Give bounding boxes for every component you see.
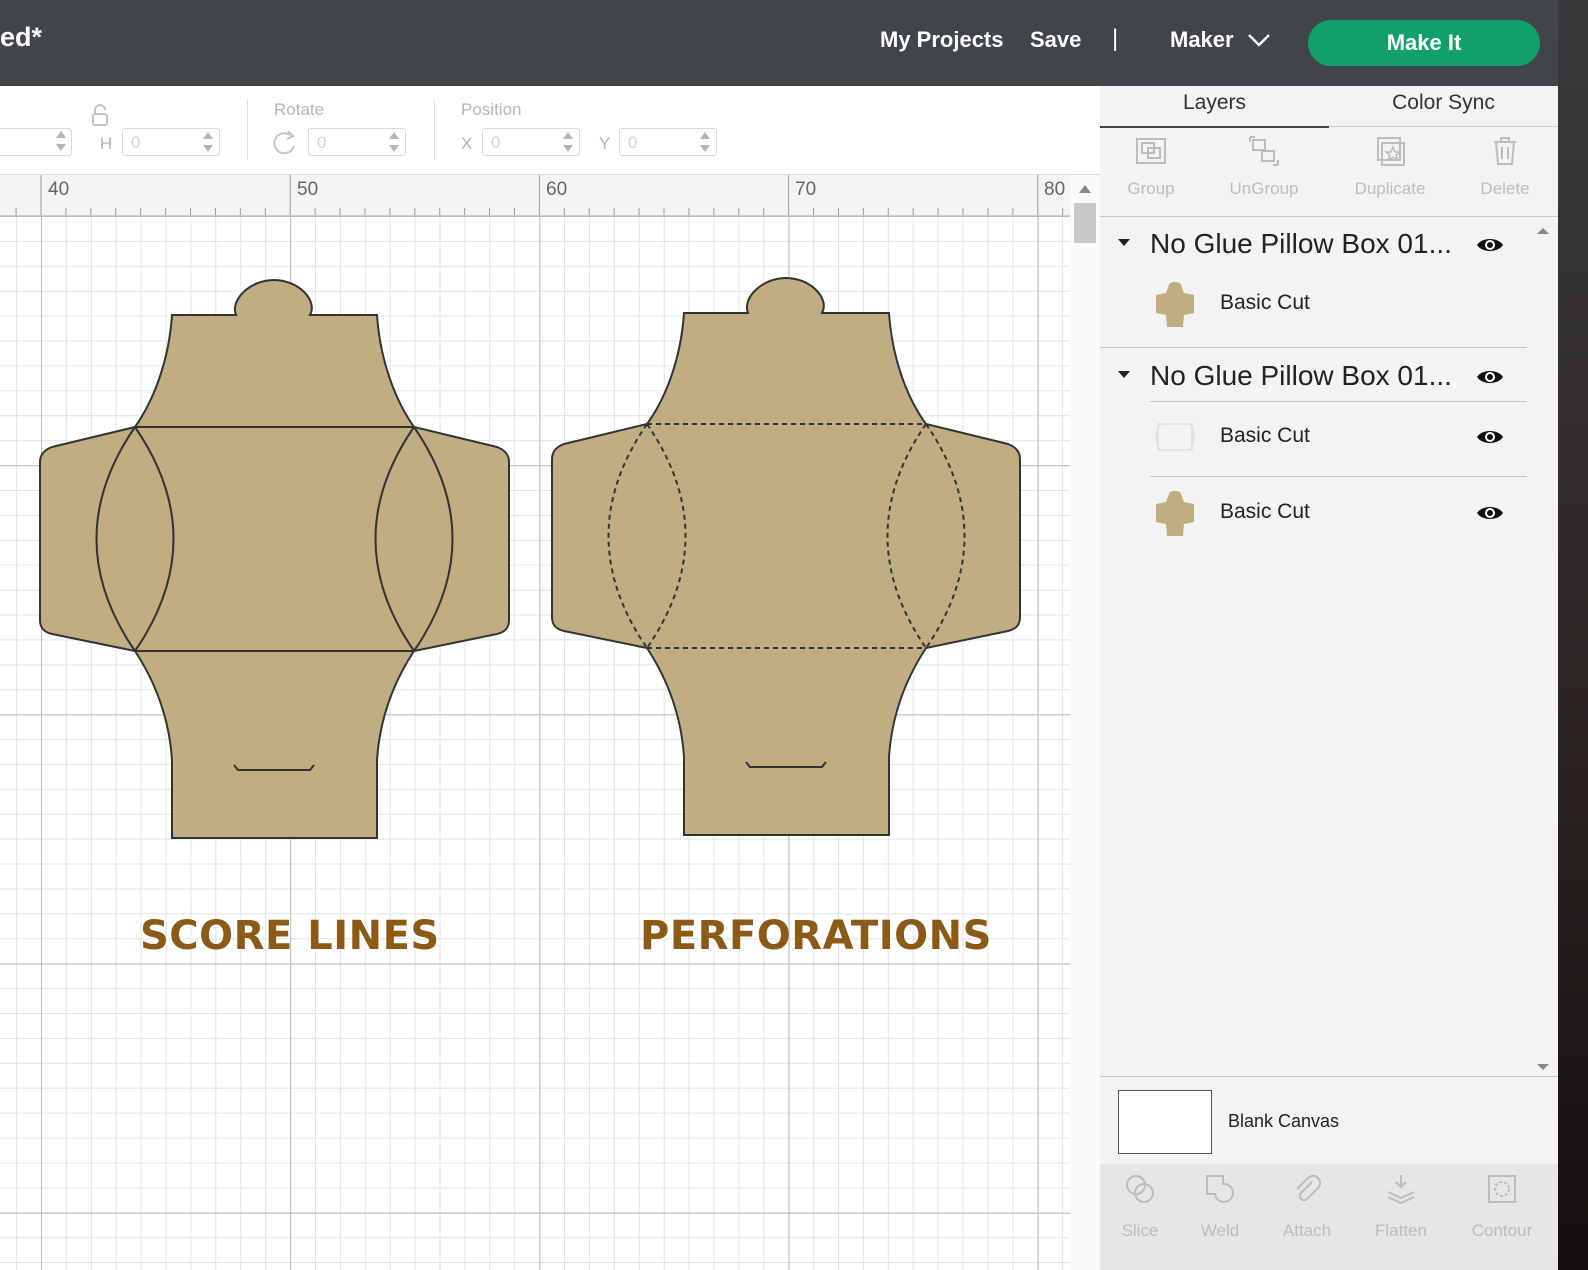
rotate-field[interactable]: 0 (308, 128, 406, 156)
my-projects-link[interactable]: My Projects (880, 27, 1004, 53)
chevron-down-icon[interactable] (1247, 32, 1271, 48)
flatten-label: Flatten (1375, 1221, 1427, 1240)
width-stepper[interactable] (0, 128, 72, 156)
edit-toolbar: H 0 Rotate 0 Position X 0 Y 0 (0, 86, 1100, 175)
attach-label: Attach (1282, 1221, 1332, 1240)
weld-label: Weld (1200, 1221, 1240, 1240)
scroll-thumb[interactable] (1074, 203, 1096, 243)
toolbar-divider (247, 100, 248, 160)
weld-icon (1206, 1175, 1234, 1203)
lock-icon[interactable] (90, 104, 110, 128)
slice-button[interactable]: Slice (1100, 1172, 1180, 1241)
y-value: 0 (628, 133, 638, 152)
duplicate-icon (1377, 137, 1405, 166)
paperclip-icon (1296, 1174, 1322, 1202)
weld-button[interactable]: Weld (1180, 1172, 1260, 1241)
height-value: 0 (131, 133, 141, 152)
delete-button[interactable]: Delete (1460, 134, 1550, 199)
trash-icon (1494, 137, 1516, 165)
panel-scrollbar[interactable] (1536, 226, 1550, 1076)
panel-divider (1100, 216, 1558, 217)
toolbar-divider (434, 100, 435, 160)
ungroup-label: UnGroup (1229, 179, 1299, 198)
group-icon (1136, 138, 1166, 164)
design-canvas[interactable]: 40 50 60 70 80 SCORE LINES PERFORATIONS (0, 175, 1070, 1270)
layer-group-1[interactable]: No Glue Pillow Box 01... (1100, 219, 1530, 269)
scroll-down-icon (1537, 1064, 1549, 1070)
layer-thumbnail-icon (1156, 282, 1194, 327)
layer-item[interactable]: Basic Cut (1150, 273, 1530, 333)
duplicate-button[interactable]: Duplicate (1345, 134, 1435, 199)
make-it-button[interactable]: Make It (1308, 20, 1540, 66)
rotate-value: 0 (317, 133, 327, 152)
eye-icon[interactable] (1476, 504, 1504, 522)
score-lines-caption: SCORE LINES (140, 913, 440, 959)
layer-divider (1100, 347, 1527, 348)
contour-button[interactable]: Contour (1462, 1172, 1542, 1241)
layer-item[interactable]: Basic Cut (1150, 406, 1530, 466)
group-name: No Glue Pillow Box 01... (1150, 360, 1452, 391)
perforations-caption: PERFORATIONS (640, 913, 992, 959)
y-position-field[interactable]: 0 (619, 128, 717, 156)
window-edge-background (1558, 0, 1588, 1270)
blank-canvas-label: Blank Canvas (1228, 1111, 1340, 1131)
eye-icon[interactable] (1476, 428, 1504, 446)
slice-label: Slice (1121, 1221, 1159, 1240)
layer-divider (1150, 401, 1527, 402)
x-value: 0 (491, 133, 501, 152)
scroll-up-icon (1537, 228, 1549, 234)
group-label: Group (1127, 179, 1175, 198)
group-name: No Glue Pillow Box 01... (1150, 228, 1452, 259)
collapse-caret-icon[interactable] (1118, 239, 1130, 246)
top-bar: ed* My Projects Save | Maker Make It (0, 0, 1558, 86)
flatten-icon (1387, 1175, 1415, 1205)
pillow-box-perforation-shape[interactable] (0, 175, 1070, 875)
blank-canvas-swatch[interactable] (1118, 1090, 1212, 1154)
collapse-caret-icon[interactable] (1118, 371, 1130, 378)
layer-group-2[interactable]: No Glue Pillow Box 01... (1100, 351, 1530, 401)
panel-divider (1100, 1076, 1558, 1077)
delete-label: Delete (1480, 179, 1530, 198)
flatten-button[interactable]: Flatten (1361, 1172, 1441, 1241)
machine-selector[interactable]: Maker (1170, 27, 1234, 53)
project-title: ed* (0, 22, 43, 52)
layers-panel: Layers Color Sync Group UnGroup Duplicat… (1100, 86, 1558, 1270)
score-lines-thumbnail-icon (1155, 423, 1195, 451)
layer-thumbnail-icon (1156, 491, 1194, 536)
header-separator: | (1112, 25, 1119, 52)
layer-item[interactable]: Basic Cut (1150, 482, 1530, 542)
tab-layers[interactable]: Layers (1100, 86, 1329, 128)
eye-icon[interactable] (1476, 236, 1504, 254)
canvas-scrollbar[interactable] (1070, 175, 1100, 1270)
height-field[interactable]: 0 (122, 128, 220, 156)
layer-name: Basic Cut (1220, 500, 1310, 523)
x-position-field[interactable]: 0 (482, 128, 580, 156)
height-label: H (100, 134, 113, 153)
duplicate-label: Duplicate (1354, 179, 1426, 198)
ungroup-button[interactable]: UnGroup (1219, 134, 1309, 199)
slice-icon (1126, 1175, 1154, 1203)
attach-button[interactable]: Attach (1267, 1172, 1347, 1241)
group-button[interactable]: Group (1106, 134, 1196, 199)
bottom-toolbar: Slice Weld Attach Flatten Contour (1100, 1164, 1558, 1270)
layer-divider (1150, 476, 1527, 477)
rotate-icon (273, 130, 295, 155)
scroll-up-arrow-icon[interactable] (1079, 185, 1091, 193)
save-link[interactable]: Save (1030, 27, 1081, 53)
tab-color-sync[interactable]: Color Sync (1329, 86, 1558, 127)
ungroup-icon (1249, 136, 1279, 166)
layer-name: Basic Cut (1220, 424, 1310, 447)
eye-icon[interactable] (1476, 368, 1504, 386)
position-label: Position (461, 100, 522, 119)
rotate-label: Rotate (274, 100, 325, 119)
layer-name: Basic Cut (1220, 291, 1310, 314)
contour-label: Contour (1471, 1221, 1533, 1240)
contour-icon (1488, 1175, 1516, 1203)
x-label: X (461, 134, 473, 153)
y-label: Y (599, 134, 611, 153)
